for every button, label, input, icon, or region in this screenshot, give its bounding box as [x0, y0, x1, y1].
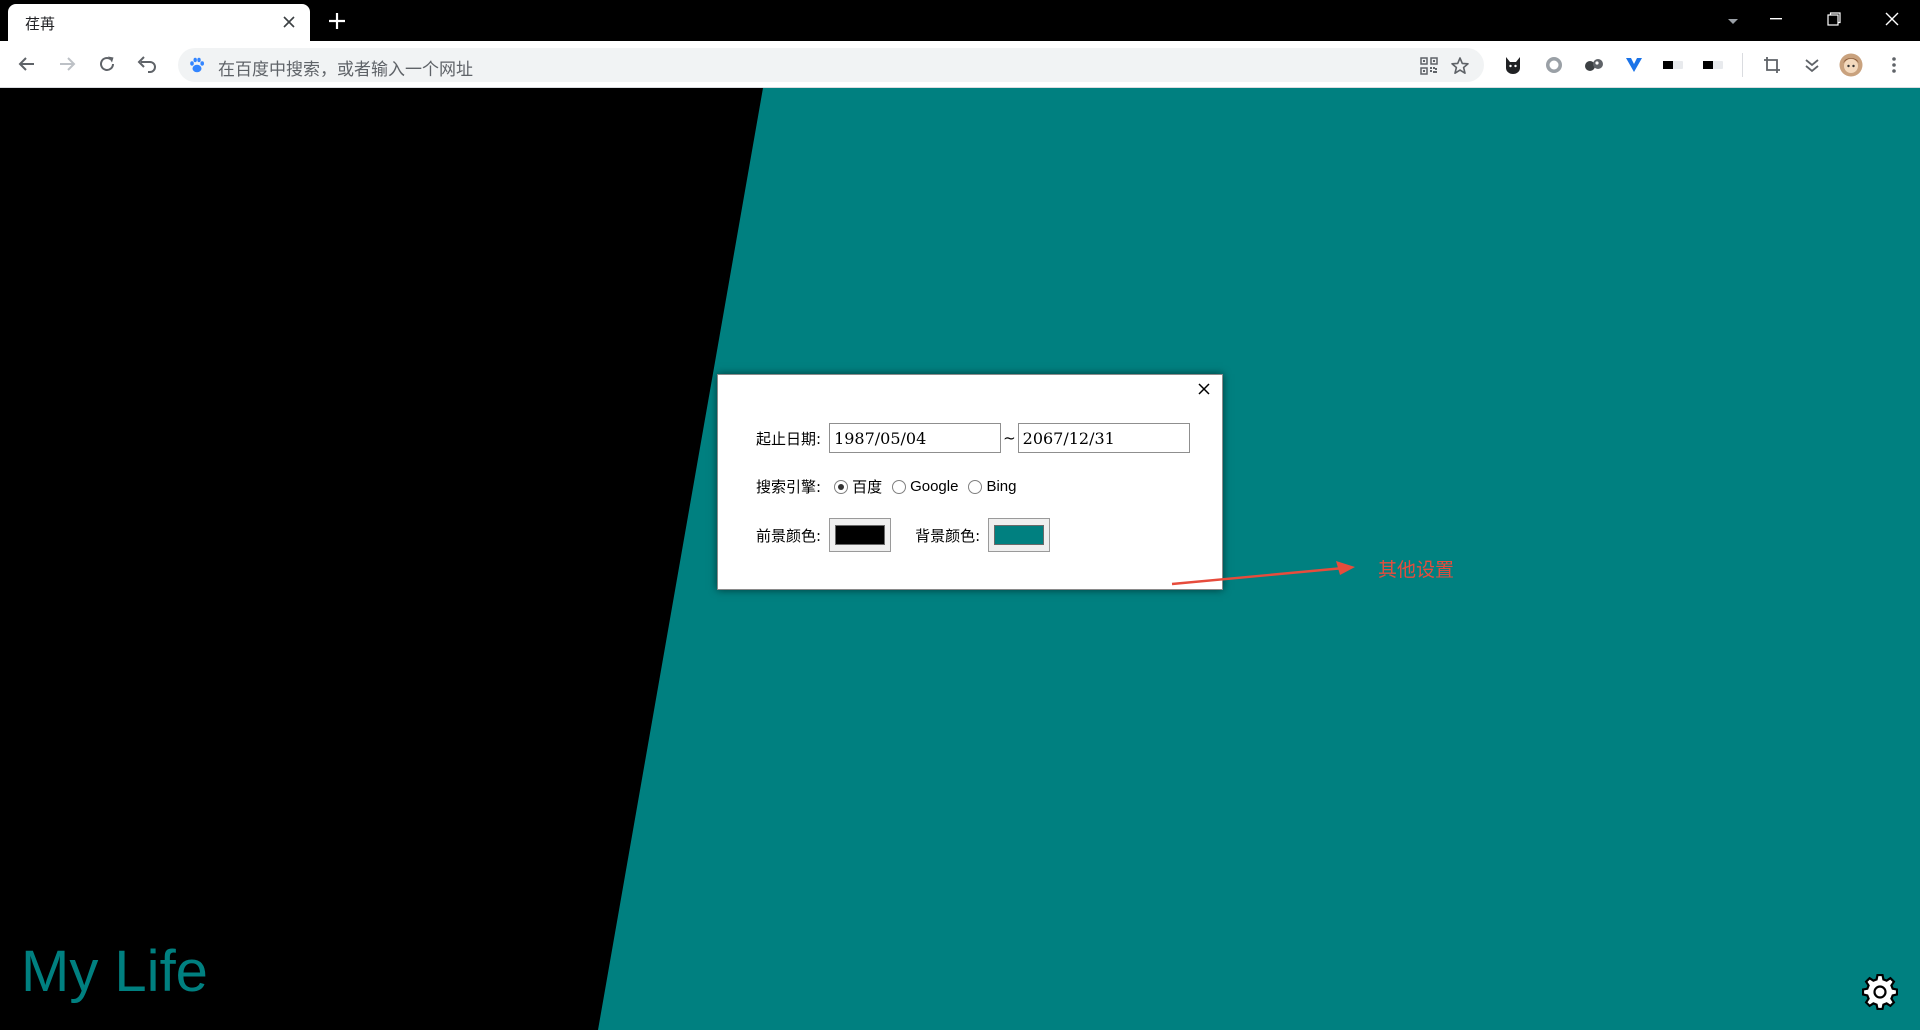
- baidu-paw-icon: [188, 56, 206, 74]
- start-date-input[interactable]: [829, 423, 1002, 453]
- engine-label-bing: Bing: [986, 478, 1017, 495]
- date-range-row: 起止日期: ~: [756, 423, 1190, 453]
- radio-baidu[interactable]: [834, 479, 849, 494]
- search-engine-label: 搜索引擎:: [756, 478, 822, 496]
- background-color-label: 背景颜色:: [915, 526, 981, 545]
- toolbar-separator: [1742, 53, 1743, 77]
- toggle-extension-2-icon[interactable]: [1701, 53, 1725, 77]
- tab-strip: 荏苒: [0, 0, 1920, 41]
- tab-search-icon[interactable]: [1720, 12, 1746, 32]
- foreground-color-label: 前景颜色:: [756, 526, 822, 545]
- annotation-label: 其他设置: [1378, 559, 1455, 581]
- browser-tab[interactable]: 荏苒: [8, 4, 310, 41]
- settings-gear-icon[interactable]: [1861, 973, 1899, 1011]
- foreground-swatch: [835, 525, 886, 545]
- engine-option-bing[interactable]: Bing: [968, 478, 1016, 495]
- tab-title: 荏苒: [25, 15, 56, 33]
- engine-label-google: Google: [910, 478, 959, 495]
- undo-icon[interactable]: [131, 48, 163, 80]
- restore-button[interactable]: [1806, 0, 1862, 38]
- menu-kebab-icon[interactable]: [1882, 53, 1906, 77]
- crop-icon[interactable]: [1760, 53, 1784, 77]
- date-separator: ~: [1003, 429, 1016, 447]
- ring-extension-icon[interactable]: [1542, 53, 1566, 77]
- forward-arrow-icon[interactable]: [51, 48, 83, 80]
- profile-avatar[interactable]: [1839, 53, 1863, 77]
- background-swatch: [994, 525, 1045, 545]
- brand-title: My Life: [21, 939, 208, 1004]
- window-close-button[interactable]: [1864, 0, 1920, 38]
- omnibox-placeholder: 在百度中搜索，或者输入一个网址: [218, 60, 473, 80]
- glasses-extension-icon[interactable]: [1582, 53, 1606, 77]
- bookmark-star-icon[interactable]: [1449, 55, 1471, 77]
- end-date-input[interactable]: [1017, 423, 1190, 453]
- new-tab-button[interactable]: [324, 8, 350, 34]
- tab-close-icon[interactable]: [279, 12, 299, 32]
- reload-icon[interactable]: [91, 48, 123, 80]
- engine-option-google[interactable]: Google: [892, 478, 958, 495]
- background-color-picker[interactable]: [988, 518, 1051, 552]
- date-range-label: 起止日期:: [756, 429, 822, 448]
- search-engine-row: 搜索引擎: 百度 Google Bing: [756, 476, 1026, 497]
- back-arrow-icon[interactable]: [11, 48, 43, 80]
- toggle-extension-icon[interactable]: [1661, 53, 1685, 77]
- engine-option-baidu[interactable]: 百度: [834, 476, 882, 497]
- engine-label-baidu: 百度: [852, 479, 883, 496]
- address-bar[interactable]: 在百度中搜索，或者输入一个网址: [178, 48, 1484, 82]
- annotation-arrow: [1171, 561, 1355, 586]
- browser-toolbar: 在百度中搜索，或者输入一个网址: [0, 41, 1920, 88]
- radio-bing[interactable]: [968, 479, 983, 494]
- dialog-close-icon[interactable]: [1194, 379, 1214, 399]
- radio-google[interactable]: [892, 479, 907, 494]
- qr-code-icon[interactable]: [1418, 55, 1440, 77]
- foreground-color-picker[interactable]: [829, 518, 892, 552]
- vpn-extension-icon[interactable]: [1622, 53, 1646, 77]
- color-row: 前景颜色: 背景颜色:: [756, 518, 1051, 552]
- settings-dialog: 起止日期: ~ 搜索引擎: 百度 Google Bing 前景颜色: 背景颜色:: [717, 374, 1223, 590]
- cat-extension-icon[interactable]: [1501, 53, 1525, 77]
- minimize-button[interactable]: [1748, 0, 1804, 38]
- double-chevron-down-icon[interactable]: [1800, 53, 1824, 77]
